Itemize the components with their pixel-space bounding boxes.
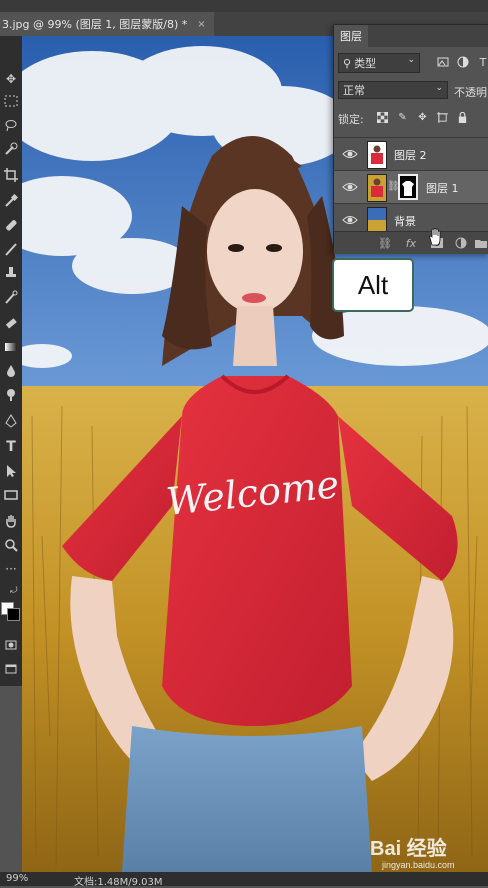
layer-filter-row: ⚲ 类型 ⌄ T	[338, 53, 488, 73]
swap-colors-icon[interactable]: ⤾	[10, 586, 18, 596]
hand-tool-icon[interactable]	[0, 512, 22, 530]
blur-tool-icon[interactable]	[0, 362, 22, 380]
layer-mask-thumbnail[interactable]	[398, 174, 418, 200]
eye-icon[interactable]	[342, 146, 358, 162]
lasso-tool-icon[interactable]	[0, 116, 22, 134]
blend-row: 正常 ⌄ 不透明	[338, 81, 488, 101]
layer-thumbnail	[367, 141, 387, 169]
crop-tool-icon[interactable]	[0, 166, 22, 184]
history-brush-tool-icon[interactable]	[0, 288, 22, 306]
lock-all-icon[interactable]	[456, 110, 469, 124]
eyedropper-tool-icon[interactable]	[0, 192, 22, 210]
adjustment-layer-icon[interactable]	[454, 236, 468, 250]
marquee-tool-icon[interactable]	[0, 92, 22, 110]
layer-thumbnail	[367, 174, 387, 202]
watermark-url: jingyan.baidu.com	[382, 860, 455, 870]
lock-label: 锁定:	[338, 113, 364, 126]
gradient-tool-icon[interactable]	[0, 338, 22, 356]
pen-tool-icon[interactable]	[0, 412, 22, 430]
tools-panel: ✥ T ··· ⤾	[0, 36, 23, 686]
clone-stamp-tool-icon[interactable]	[0, 264, 22, 282]
layer-filter-select[interactable]: ⚲ 类型 ⌄	[338, 53, 420, 73]
healing-brush-tool-icon[interactable]	[0, 216, 22, 234]
lock-artboard-icon[interactable]	[436, 110, 449, 124]
eye-icon[interactable]	[342, 212, 358, 228]
zoom-level[interactable]: 99%	[6, 873, 28, 884]
type-tool-icon[interactable]: T	[0, 438, 22, 456]
lock-row: 锁定: ✎ ✥	[338, 109, 488, 127]
menu-bar-strip	[0, 0, 488, 12]
layer-name: 图层 1	[426, 182, 459, 195]
filter-type-icon[interactable]: T	[476, 55, 488, 69]
status-bar: 99% 文档:1.48M/9.03M	[0, 872, 488, 888]
eye-icon[interactable]	[342, 179, 358, 195]
lock-transparent-icon[interactable]	[376, 110, 389, 124]
blend-mode-value: 正常	[343, 84, 365, 97]
close-tab-icon[interactable]: ×	[197, 19, 205, 30]
search-icon: ⚲	[343, 56, 352, 70]
eraser-tool-icon[interactable]	[0, 314, 22, 332]
dodge-tool-icon[interactable]	[0, 386, 22, 404]
fx-button[interactable]: fx	[404, 236, 418, 250]
background-color-swatch[interactable]	[7, 608, 20, 621]
baidu-watermark: Bai 经验 jingyan.baidu.com	[370, 832, 480, 872]
more-tools-icon[interactable]: ···	[0, 560, 22, 578]
path-select-tool-icon[interactable]	[0, 462, 22, 480]
layers-tab[interactable]: 图层	[334, 25, 368, 47]
blend-mode-select[interactable]: 正常 ⌄	[338, 81, 448, 99]
rectangle-tool-icon[interactable]	[0, 486, 22, 504]
quick-mask-icon[interactable]	[0, 636, 22, 654]
zoom-tool-icon[interactable]	[0, 536, 22, 554]
lock-pixels-icon[interactable]: ✎	[396, 110, 409, 124]
lock-position-icon[interactable]: ✥	[416, 110, 429, 124]
layer-name: 图层 2	[394, 149, 427, 162]
link-layers-icon[interactable]: ⛓	[378, 236, 392, 250]
screen-mode-icon[interactable]	[0, 660, 22, 678]
move-tool-icon[interactable]: ✥	[0, 70, 22, 88]
brush-tool-icon[interactable]	[0, 240, 22, 258]
layer-name: 背景	[394, 215, 416, 228]
chevron-down-icon: ⌄	[435, 83, 443, 93]
opacity-label[interactable]: 不透明	[454, 84, 487, 100]
layer-row-图层1[interactable]: ⛓ 图层 1	[334, 170, 488, 203]
filter-adjustment-icon[interactable]	[456, 55, 470, 69]
panel-tab-bar: 图层	[334, 25, 488, 47]
quick-select-tool-icon[interactable]	[0, 140, 22, 158]
layer-row-背景[interactable]: 背景	[334, 203, 488, 232]
layer-row-图层2[interactable]: 图层 2	[334, 137, 488, 170]
filter-type-label: 类型	[354, 57, 377, 70]
document-tab[interactable]: 3.jpg @ 99% (图层 1, 图层蒙版/8) * ×	[0, 12, 214, 36]
hand-cursor-icon	[429, 228, 441, 246]
watermark-brand: Bai 经验	[370, 838, 447, 860]
layers-panel: 图层 ⚲ 类型 ⌄ T 正常 ⌄ 不透明 锁定: ✎ ✥ 图层 2 ⛓ 图层 1…	[333, 24, 488, 254]
panel-bottom-bar: ⛓ fx	[334, 231, 488, 254]
layer-thumbnail	[367, 207, 387, 232]
alt-key-tooltip: Alt	[332, 258, 414, 312]
document-tab-title: 3.jpg @ 99% (图层 1, 图层蒙版/8) *	[2, 18, 188, 31]
new-group-icon[interactable]	[474, 236, 488, 250]
filter-pixel-icon[interactable]	[436, 55, 450, 69]
chevron-down-icon: ⌄	[407, 55, 415, 65]
